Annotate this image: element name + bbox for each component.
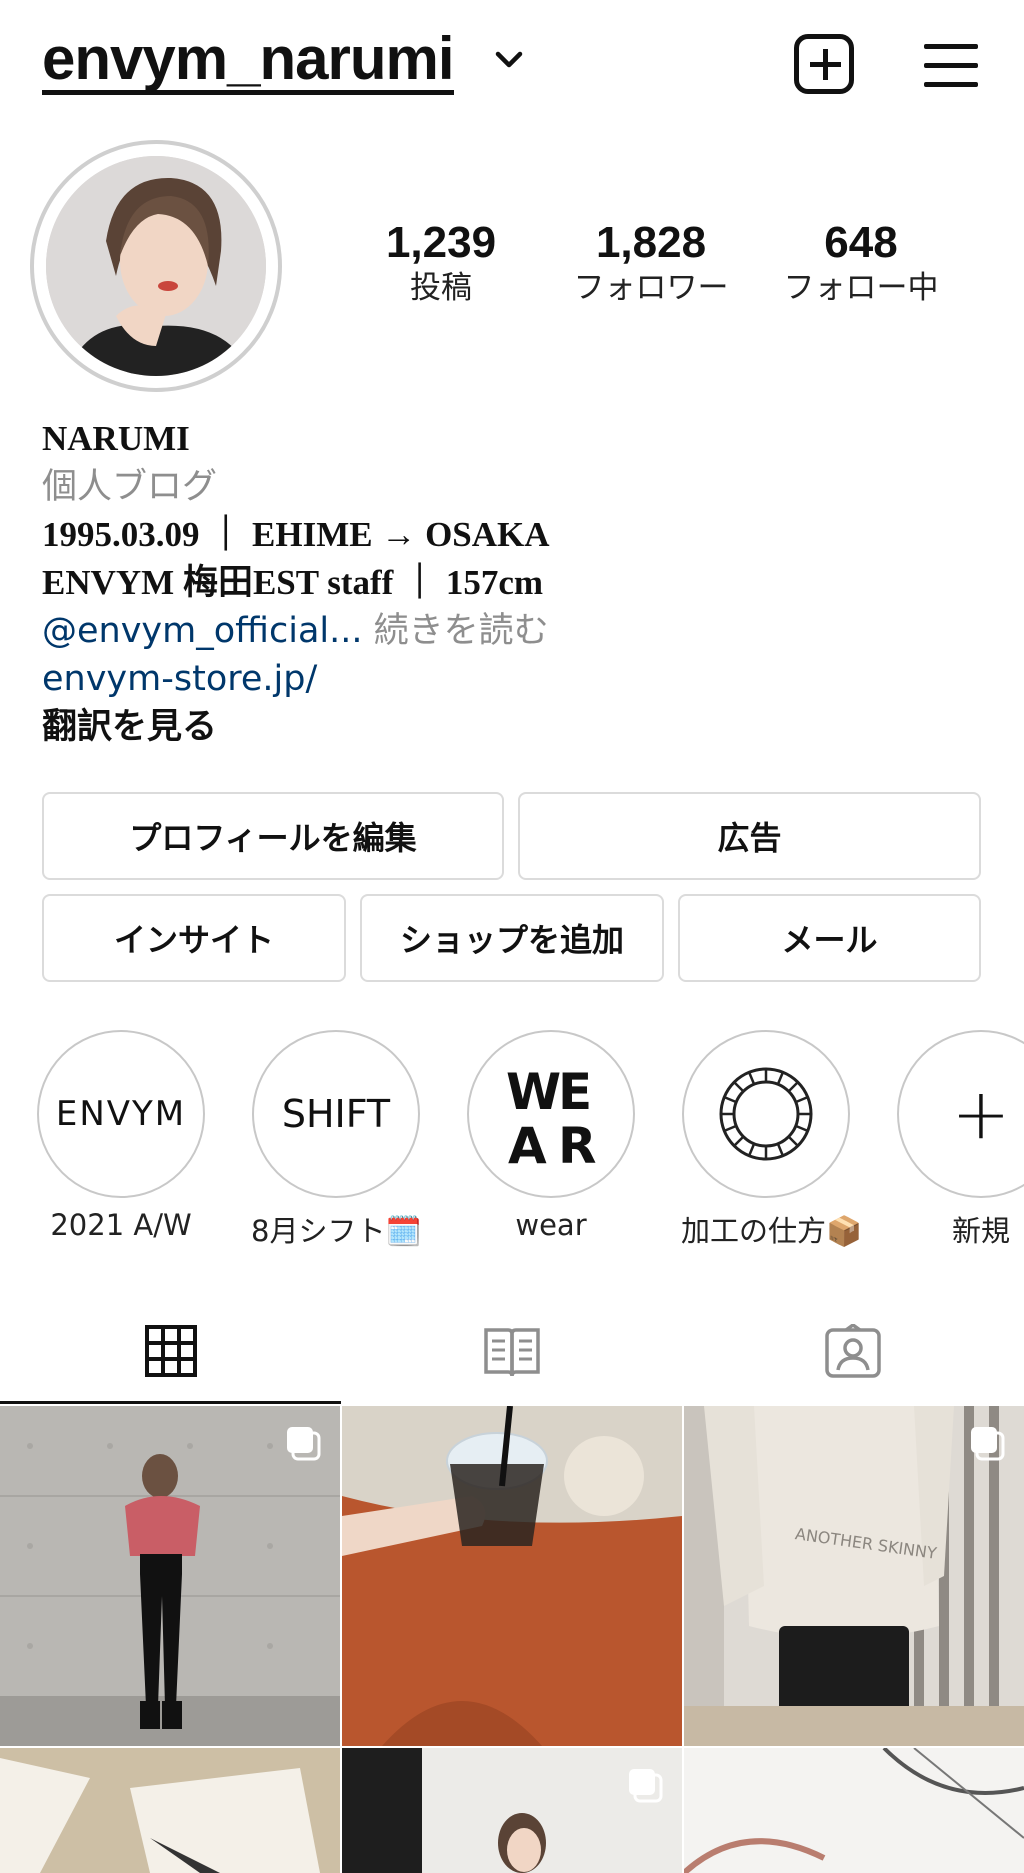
ads-button[interactable]: 広告 xyxy=(518,792,981,880)
highlight-cover-text: ENVYM xyxy=(55,1094,187,1134)
profile-bio: NARUMI 個人ブログ 1995.03.09 ｜ EHIME → OSAKA … xyxy=(42,415,982,751)
svg-text:R: R xyxy=(558,1117,597,1169)
followers-count: 1,828 xyxy=(595,218,707,267)
highlight-envym[interactable]: ENVYM 2021 A/W xyxy=(36,1030,206,1242)
post-thumbnail[interactable] xyxy=(342,1748,682,1873)
highlight-new[interactable]: + 新規 xyxy=(896,1030,1024,1250)
post-thumbnail[interactable]: ANOTHER SKINNY xyxy=(684,1406,1024,1746)
tab-guides[interactable] xyxy=(341,1300,682,1404)
multiple-photos-icon xyxy=(287,1427,321,1461)
multiple-photos-icon xyxy=(629,1769,663,1803)
add-shop-button[interactable]: ショップを追加 xyxy=(360,894,664,982)
read-more-link[interactable]: 続きを読む xyxy=(363,611,549,651)
bio-line-2: ENVYM 梅田EST staff ｜ 157cm xyxy=(42,563,544,602)
highlight-label: 2021 A/W xyxy=(50,1208,192,1242)
highlight-label: 新規 xyxy=(951,1214,1010,1248)
avatar-photo xyxy=(46,156,266,376)
stat-posts[interactable]: 1,239 投稿 xyxy=(341,218,541,308)
account-switcher-username[interactable]: envym_narumi xyxy=(42,29,455,95)
highlight-label: wear xyxy=(515,1208,587,1242)
guide-book-icon xyxy=(483,1328,540,1377)
hamburger-menu-icon[interactable] xyxy=(924,44,978,88)
highlight-cover: W E A R xyxy=(467,1030,635,1198)
website-link[interactable]: envym-store.jp/ xyxy=(42,655,982,703)
stat-following[interactable]: 648 フォロー中 xyxy=(761,218,961,308)
multiple-photos-icon xyxy=(971,1427,1005,1461)
plus-icon: + xyxy=(951,1073,1011,1155)
edit-profile-button[interactable]: プロフィールを編集 xyxy=(42,792,504,880)
profile-category: 個人ブログ xyxy=(42,467,218,507)
post-image xyxy=(0,1748,340,1873)
highlight-label: 加工の仕方📦 xyxy=(681,1214,863,1248)
create-post-icon[interactable] xyxy=(794,34,854,94)
grid-icon xyxy=(144,1324,197,1377)
svg-text:A: A xyxy=(508,1117,547,1169)
tagged-person-icon xyxy=(824,1324,881,1378)
highlight-cover-text: SHIFT xyxy=(281,1092,391,1136)
top-bar: envym_narumi xyxy=(0,0,1024,130)
profile-avatar[interactable] xyxy=(30,140,282,392)
vsco-logo-icon xyxy=(719,1067,813,1161)
display-name: NARUMI xyxy=(42,419,190,458)
following-label: フォロー中 xyxy=(783,270,939,306)
post-thumbnail[interactable] xyxy=(0,1748,340,1873)
highlight-cover xyxy=(682,1030,850,1198)
chevron-down-icon[interactable] xyxy=(492,48,526,72)
posts-label: 投稿 xyxy=(410,270,472,306)
highlight-wear[interactable]: W E A R wear xyxy=(466,1030,636,1242)
wear-logo: W E A R xyxy=(506,1063,597,1169)
followers-label: フォロワー xyxy=(573,270,729,306)
highlight-label: 8月シフト🗓️ xyxy=(251,1214,422,1248)
highlight-cover: SHIFT xyxy=(252,1030,420,1198)
highlight-cover: ENVYM xyxy=(37,1030,205,1198)
see-translation-link[interactable]: 翻訳を見る xyxy=(42,703,982,751)
highlight-editing[interactable]: 加工の仕方📦 xyxy=(681,1030,863,1250)
svg-text:E: E xyxy=(558,1063,592,1121)
post-image xyxy=(684,1748,1024,1873)
post-thumbnail[interactable] xyxy=(0,1406,340,1746)
stat-followers[interactable]: 1,828 フォロワー xyxy=(551,218,751,308)
post-thumbnail[interactable] xyxy=(684,1748,1024,1873)
bio-line-1: 1995.03.09 ｜ EHIME → OSAKA xyxy=(42,515,550,554)
insights-button[interactable]: インサイト xyxy=(42,894,346,982)
profile-tabs xyxy=(0,1300,1024,1404)
highlight-cover: + xyxy=(897,1030,1024,1198)
svg-text:W: W xyxy=(506,1063,561,1121)
posts-count: 1,239 xyxy=(385,218,497,267)
tab-tagged[interactable] xyxy=(682,1300,1023,1404)
mention-link[interactable]: @envym_official... xyxy=(42,611,363,651)
highlight-shift[interactable]: SHIFT 8月シフト🗓️ xyxy=(251,1030,422,1250)
email-button[interactable]: メール xyxy=(678,894,981,982)
post-image xyxy=(342,1406,682,1746)
post-thumbnail[interactable] xyxy=(342,1406,682,1746)
following-count: 648 xyxy=(824,218,898,267)
tab-posts-grid[interactable] xyxy=(0,1300,341,1404)
bio-line-3: @envym_official... 続きを読む xyxy=(42,607,982,655)
